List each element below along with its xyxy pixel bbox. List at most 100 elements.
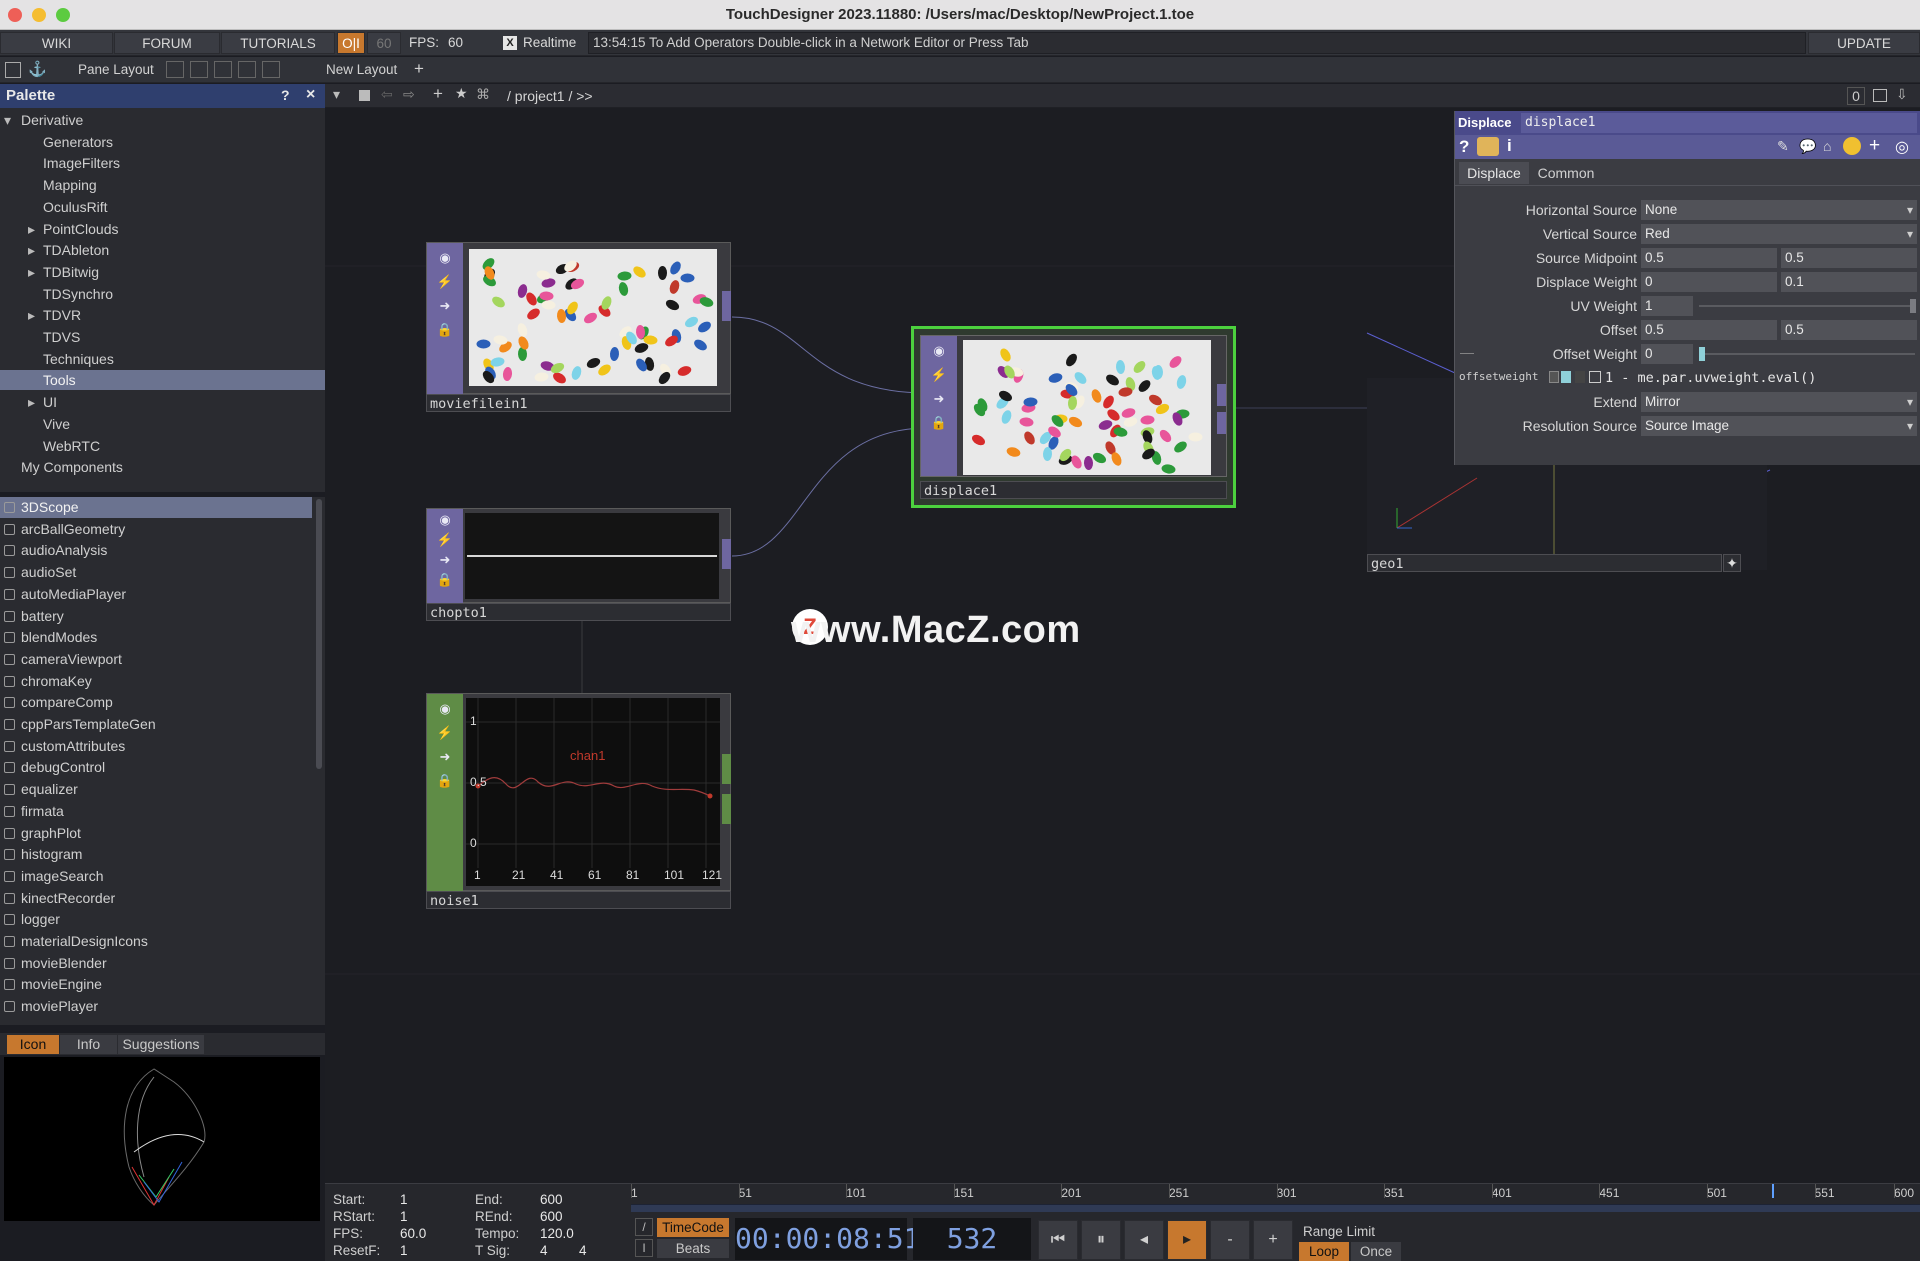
- pause-button[interactable]: ⏸: [1081, 1220, 1121, 1260]
- lock-icon[interactable]: 🔒: [436, 321, 454, 339]
- node-chopto[interactable]: ◉ ⚡ ➜ 🔒: [426, 508, 731, 604]
- beats-button[interactable]: Beats: [657, 1239, 729, 1258]
- comment-icon[interactable]: 💬: [1799, 138, 1816, 155]
- palette-tree-item[interactable]: TDVS: [0, 327, 325, 347]
- component-item[interactable]: cameraViewport: [0, 649, 312, 670]
- palette-tree-item[interactable]: Mapping: [0, 175, 325, 195]
- flag-icon[interactable]: ⚡: [436, 531, 454, 549]
- layout-single-icon[interactable]: [166, 61, 184, 78]
- new-layout-button[interactable]: New Layout: [326, 62, 397, 77]
- component-item[interactable]: audioAnalysis: [0, 540, 312, 561]
- bookmark-star-icon[interactable]: ★: [455, 85, 468, 102]
- anchor-icon[interactable]: ⚓: [28, 60, 47, 78]
- layout-view-icon[interactable]: [5, 62, 21, 78]
- palette-tree-item[interactable]: Vive: [0, 414, 325, 434]
- tutorials-button[interactable]: TUTORIALS: [221, 32, 335, 54]
- node-label-geo[interactable]: geo1: [1367, 554, 1722, 572]
- tab-displace[interactable]: Displace: [1459, 162, 1529, 184]
- source-midpoint-x-field[interactable]: 0.5: [1641, 248, 1777, 268]
- start-value[interactable]: 1: [400, 1192, 408, 1207]
- step-plus-button[interactable]: +: [1253, 1220, 1293, 1260]
- layout-three-icon[interactable]: [238, 61, 256, 78]
- component-item[interactable]: movieEngine: [0, 974, 312, 995]
- component-item[interactable]: moviePlayer: [0, 996, 312, 1017]
- rstart-value[interactable]: 1: [400, 1209, 408, 1224]
- vertical-source-dropdown[interactable]: Red: [1641, 224, 1917, 244]
- wiki-button[interactable]: WIKI: [0, 32, 113, 54]
- timeline-playhead[interactable]: [1772, 1184, 1774, 1198]
- palette-tree-item[interactable]: My Components: [0, 457, 325, 477]
- source-midpoint-y-field[interactable]: 0.5: [1781, 248, 1917, 268]
- viewer-icon[interactable]: ◉: [436, 249, 454, 267]
- component-item[interactable]: arcBallGeometry: [0, 519, 312, 540]
- node-label-noise[interactable]: noise1: [426, 891, 731, 909]
- output-connector[interactable]: [722, 754, 731, 784]
- tsig-numerator[interactable]: 4: [540, 1243, 548, 1258]
- component-item[interactable]: materialDesignIcons: [0, 931, 312, 952]
- resetf-value[interactable]: 1: [400, 1243, 408, 1258]
- mode-export-icon[interactable]: [1575, 371, 1585, 383]
- component-item[interactable]: cppParsTemplateGen: [0, 714, 312, 735]
- palette-tree-item[interactable]: ImageFilters: [0, 153, 325, 173]
- component-item[interactable]: compareComp: [0, 692, 312, 713]
- frame-display[interactable]: 532: [913, 1218, 1031, 1260]
- resolution-source-dropdown[interactable]: Source Image: [1641, 416, 1917, 436]
- network-path[interactable]: / project1 / >>: [507, 88, 593, 104]
- edit-icon[interactable]: ✎: [1777, 138, 1789, 155]
- component-item[interactable]: audioSet: [0, 562, 312, 583]
- add-layout-button[interactable]: +: [414, 59, 424, 79]
- target-icon[interactable]: ◎: [1895, 137, 1909, 157]
- help-icon[interactable]: ?: [1459, 137, 1469, 157]
- component-item[interactable]: imageSearch: [0, 866, 312, 887]
- component-item[interactable]: debugControl: [0, 757, 312, 778]
- timeline-range-bar[interactable]: [631, 1204, 1920, 1212]
- palette-tree-item[interactable]: Generators: [0, 132, 325, 152]
- tab-common[interactable]: Common: [1531, 162, 1601, 184]
- back-icon[interactable]: ⇦: [381, 86, 393, 103]
- rewind-to-start-button[interactable]: ⏮: [1038, 1220, 1078, 1260]
- palette-tree-item[interactable]: Techniques: [0, 349, 325, 369]
- lock-icon[interactable]: 🔒: [930, 414, 948, 432]
- arrow-icon[interactable]: ➜: [436, 297, 454, 315]
- layout-split-horizontal-icon[interactable]: [214, 61, 232, 78]
- expression-checkbox[interactable]: [1589, 371, 1601, 383]
- output-connector[interactable]: [722, 794, 731, 824]
- component-item[interactable]: battery: [0, 606, 312, 627]
- component-item[interactable]: graphPlot: [0, 823, 312, 844]
- stop-icon[interactable]: [359, 90, 370, 101]
- timecode-mode-icon[interactable]: /: [635, 1218, 653, 1236]
- palette-close-button[interactable]: ×: [306, 86, 315, 104]
- node-moviefilein[interactable]: ◉ ⚡ ➜ 🔒: [426, 242, 731, 395]
- forward-icon[interactable]: ⇨: [403, 86, 415, 103]
- node-displace[interactable]: ◉ ⚡ ➜ 🔒 displace1: [911, 326, 1236, 508]
- expand-closed-icon[interactable]: ▸: [28, 219, 35, 239]
- split-pane-icon[interactable]: ⇩: [1896, 86, 1908, 103]
- arrow-icon[interactable]: ➜: [436, 748, 454, 766]
- layout-quad-icon[interactable]: [262, 61, 280, 78]
- fps-value-timeline[interactable]: 60.0: [400, 1226, 426, 1241]
- component-item[interactable]: blendModes: [0, 627, 312, 648]
- component-list-scrollbar[interactable]: [316, 499, 322, 769]
- pane-menu-icon[interactable]: ▾: [333, 86, 340, 103]
- node-noise[interactable]: ◉ ⚡ ➜ 🔒 chan1 1 0.5 0 1 21 41 61 81 101 121: [426, 693, 731, 892]
- palette-tree-item[interactable]: ▸ TDBitwig: [0, 262, 325, 282]
- palette-tree-item[interactable]: TDSynchro: [0, 284, 325, 304]
- expand-closed-icon[interactable]: ▸: [28, 392, 35, 412]
- output-connector[interactable]: [1217, 384, 1226, 406]
- expand-closed-icon[interactable]: ▸: [28, 262, 35, 282]
- output-connector[interactable]: [722, 291, 731, 321]
- pin-icon[interactable]: ⌘: [476, 86, 490, 103]
- node-label-moviefilein[interactable]: moviefilein1: [426, 394, 731, 412]
- palette-tree-item[interactable]: OculusRift: [0, 197, 325, 217]
- component-item[interactable]: 3DScope: [0, 497, 312, 518]
- update-button[interactable]: UPDATE: [1808, 32, 1920, 54]
- tempo-value[interactable]: 120.0: [540, 1226, 574, 1241]
- expand-open-icon[interactable]: ▾: [4, 110, 11, 130]
- output-connector[interactable]: [1217, 412, 1226, 434]
- offset-weight-slider[interactable]: [1699, 353, 1915, 355]
- rend-value[interactable]: 600: [540, 1209, 563, 1224]
- forum-button[interactable]: FORUM: [114, 32, 220, 54]
- info-icon[interactable]: i: [1507, 136, 1512, 156]
- component-item[interactable]: histogram: [0, 844, 312, 865]
- arrow-icon[interactable]: ➜: [930, 390, 948, 408]
